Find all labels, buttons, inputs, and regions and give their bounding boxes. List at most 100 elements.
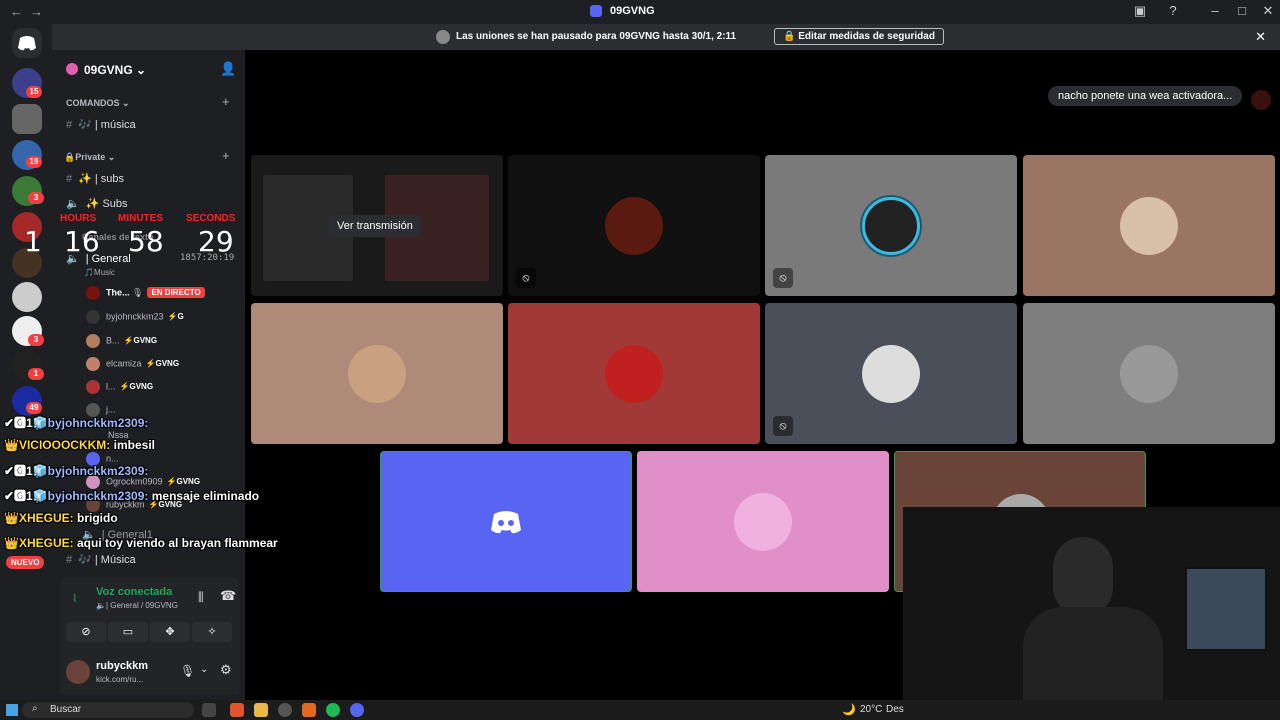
participant-tile[interactable]: ⦸ [765, 303, 1017, 444]
chat-overlay-line: ✔🅶1🧊byjohnckkm2309: [4, 416, 149, 430]
category-private[interactable]: 🔒Private ⌄ [64, 152, 115, 163]
avatar [86, 357, 100, 371]
participant-tile[interactable] [1023, 155, 1275, 296]
edit-security-button[interactable]: 🔒 Editar medidas de seguridad [774, 28, 944, 45]
chat-overlay-line: ✔🅶1🧊byjohnckkm2309: mensaje eliminado [4, 489, 260, 503]
participant-tile[interactable]: ⦸ [765, 155, 1017, 296]
maximize-button[interactable]: □ [1232, 3, 1252, 18]
chat-text: imbesil [113, 438, 155, 452]
chat-text: mensaje eliminado [151, 489, 260, 503]
avatar [1120, 345, 1178, 403]
chevron-down-icon[interactable]: ⌄ [200, 664, 208, 675]
obs-icon[interactable] [278, 703, 292, 717]
voice-user[interactable]: byjohnckkm23 ⚡G [86, 310, 184, 324]
add-channel-icon[interactable]: + [222, 148, 230, 163]
avatar [86, 286, 100, 300]
role-tag: ⚡GVNG [119, 382, 154, 392]
inbox-icon[interactable]: ▣ [1130, 3, 1150, 19]
window-title: 09GVNG [610, 5, 655, 17]
stream-tile[interactable]: Ver transmisión [251, 155, 503, 296]
security-notice-bar: Las uniones se han pausado para 09GVNG h… [52, 24, 1280, 50]
chat-author: XHEGUE: [18, 536, 74, 550]
user-panel: rubyckkm kick.com/ru... 🎙 ⌄ ⚙ [60, 652, 239, 694]
timer-label: HOURS [60, 213, 97, 224]
task-view-icon[interactable] [202, 703, 216, 717]
spotify-icon[interactable] [326, 703, 340, 717]
share-screen-button[interactable]: ▭ [108, 622, 148, 642]
watch-stream-button[interactable]: Ver transmisión [329, 215, 421, 237]
timer-day: 1 [24, 225, 42, 258]
participant-tile[interactable] [380, 451, 632, 592]
discord-icon[interactable] [350, 703, 364, 717]
voice-channel-musica[interactable]: # 🎶 | Música [66, 553, 136, 566]
avatar[interactable] [66, 660, 90, 684]
new-badge[interactable]: NUEVO [6, 556, 45, 569]
chat-overlay-line: 👑VICIOOOCKKM: imbesil [4, 438, 155, 452]
avatar [1251, 90, 1271, 110]
chat-author: XHEGUE: [18, 511, 74, 525]
notification-badge: 19 [26, 156, 42, 168]
noise-suppression-icon[interactable]: ⫼ [198, 590, 204, 605]
live-badge: EN DIRECTO [147, 287, 205, 299]
soundboard-button[interactable]: ✧ [192, 622, 232, 642]
brave-icon[interactable] [230, 703, 244, 717]
voice-user[interactable]: B... ⚡GVNG [86, 334, 157, 348]
voice-user[interactable]: The... 🎙 EN DIRECTO [86, 286, 205, 300]
participant-tile[interactable] [251, 303, 503, 444]
muted-icon: ⦸ [516, 268, 536, 288]
taskbar-search[interactable]: Buscar [22, 702, 194, 718]
user-status: kick.com/ru... [96, 675, 144, 684]
server-name[interactable]: 09GVNG ⌄ [84, 63, 146, 77]
chat-overlay-line: 👑XHEGUE: aqui toy viendo al brayan flamm… [4, 536, 278, 550]
close-window-button[interactable]: ✕ [1258, 3, 1278, 19]
role-tag: ⚡GVNG [123, 336, 158, 346]
disconnect-icon[interactable]: ☎ [220, 588, 236, 604]
monitor [1185, 567, 1267, 651]
minimize-button[interactable]: – [1205, 3, 1225, 18]
voice-channel-subs[interactable]: 🔈 ✨ Subs [66, 197, 128, 210]
chat-author: byjohnckkm2309: [47, 489, 149, 503]
participant-tile[interactable]: ⦸ [508, 155, 760, 296]
avatar [86, 310, 100, 324]
weather-temp[interactable]: 20°C [860, 704, 882, 715]
participant-tile[interactable] [1023, 303, 1275, 444]
chat-bubble[interactable]: nacho ponete una wea activadora... [1048, 86, 1243, 106]
chat-author: byjohnckkm2309: [47, 416, 149, 430]
avatar [862, 197, 920, 255]
notification-badge: 1 [28, 368, 44, 380]
camera-off-button[interactable]: ⊘ [66, 622, 106, 642]
windows-taskbar: Buscar ⌕ 🌙 20°C Des [0, 700, 1280, 720]
channel-label: ✨ | subs [78, 173, 125, 185]
category-comandos[interactable]: COMANDOS ⌄ [66, 98, 130, 109]
forward-icon[interactable]: → [30, 4, 43, 19]
server-icon[interactable] [12, 104, 42, 134]
channel-musica[interactable]: # 🎶 | música [66, 118, 136, 131]
windows-start-icon[interactable] [6, 704, 18, 716]
server-icon[interactable] [12, 282, 42, 312]
channel-subs[interactable]: # ✨ | subs [66, 172, 124, 185]
role-tag: ⚡GVNG [145, 359, 180, 369]
participant-tile[interactable] [637, 451, 889, 592]
participant-tile[interactable] [508, 303, 760, 444]
add-channel-icon[interactable]: + [222, 94, 230, 109]
muted-icon: 🎙 [132, 287, 144, 298]
help-icon[interactable]: ? [1163, 3, 1183, 18]
timer-minutes: 58 [128, 225, 164, 258]
user-name: elcamiza [106, 358, 142, 369]
channel-label: 🎶 | Música [78, 554, 136, 566]
avatar [348, 345, 406, 403]
activities-button[interactable]: ✥ [150, 622, 190, 642]
settings-gear-icon[interactable]: ⚙ [220, 662, 232, 678]
voice-user[interactable]: l... ⚡GVNG [86, 380, 153, 394]
folder-icon[interactable] [254, 703, 268, 717]
close-notice-icon[interactable]: ✕ [1255, 29, 1266, 45]
voice-user[interactable]: elcamiza ⚡GVNG [86, 357, 179, 371]
discord-home-icon[interactable] [12, 28, 42, 58]
back-icon[interactable]: ← [10, 4, 23, 19]
invite-people-icon[interactable]: 👤 [220, 61, 236, 77]
microphone-icon[interactable]: 🎙 [180, 664, 195, 678]
voice-channel-link[interactable]: 🔈| General / 09GVNG [96, 601, 178, 610]
app-icon[interactable] [302, 703, 316, 717]
weather-label: Des [886, 704, 904, 715]
streamer-figure [1053, 537, 1113, 617]
